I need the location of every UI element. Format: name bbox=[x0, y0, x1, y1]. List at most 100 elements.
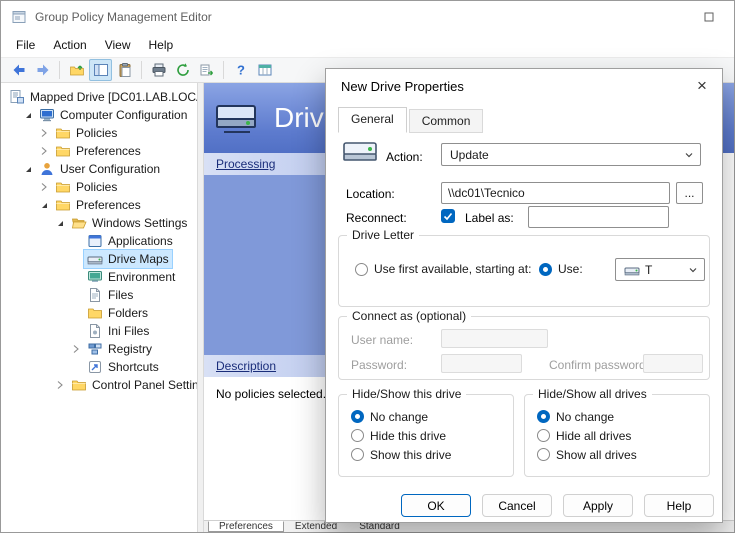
reconnect-label: Reconnect: bbox=[346, 211, 407, 225]
app-icon bbox=[11, 9, 27, 25]
connect-as-group: Connect as (optional) User name: Passwor… bbox=[338, 316, 710, 380]
radio-icon bbox=[537, 429, 550, 442]
chevron-expanded-icon[interactable] bbox=[37, 198, 51, 212]
tree-item-preferences[interactable]: Preferences bbox=[1, 142, 197, 160]
tree-item-label: Policies bbox=[76, 126, 117, 140]
location-label: Location: bbox=[346, 187, 395, 201]
chevron-expanded-icon[interactable] bbox=[53, 216, 67, 230]
tree-item-environment[interactable]: Environment bbox=[1, 268, 197, 286]
browse-button[interactable]: ... bbox=[676, 182, 703, 204]
use-radio[interactable]: Use: bbox=[539, 262, 583, 276]
tree-item-control-panel-setting[interactable]: Control Panel Setting bbox=[1, 376, 197, 394]
up-one-level-button[interactable] bbox=[65, 59, 88, 81]
chevron-slot bbox=[69, 270, 83, 284]
menu-action[interactable]: Action bbox=[44, 35, 95, 55]
tree-item-policies[interactable]: Policies bbox=[1, 178, 197, 196]
tree-item-registry[interactable]: Registry bbox=[1, 340, 197, 358]
forward-icon bbox=[35, 62, 51, 78]
tree-item-files[interactable]: Files bbox=[1, 286, 197, 304]
radio-option-show-all-drives[interactable]: Show all drives bbox=[525, 445, 709, 464]
tree-item-label: Policies bbox=[76, 180, 117, 194]
radio-icon bbox=[351, 429, 364, 442]
applications-icon bbox=[87, 233, 103, 249]
chevron-collapsed-icon[interactable] bbox=[53, 378, 67, 392]
tree-item-user-configuration[interactable]: User Configuration bbox=[1, 160, 197, 178]
refresh-icon bbox=[175, 62, 191, 78]
ok-button[interactable]: OK bbox=[401, 494, 471, 517]
chevron-slot bbox=[69, 306, 83, 320]
help-button[interactable]: Help bbox=[644, 494, 714, 517]
use-first-available-radio[interactable]: Use first available, starting at: bbox=[355, 262, 531, 276]
tree-item-label: Preferences bbox=[76, 198, 141, 212]
radio-option-no-change[interactable]: No change bbox=[525, 407, 709, 426]
folder-icon bbox=[71, 377, 87, 393]
back-button[interactable] bbox=[7, 59, 30, 81]
tree-item-windows-settings[interactable]: Windows Settings bbox=[1, 214, 197, 232]
confirm-password-input bbox=[643, 354, 703, 373]
chevron-expanded-icon[interactable] bbox=[21, 162, 35, 176]
location-value: \\dc01\Tecnico bbox=[448, 186, 525, 200]
chevron-collapsed-icon[interactable] bbox=[37, 144, 51, 158]
radio-icon bbox=[351, 410, 364, 423]
description-link[interactable]: Description bbox=[216, 359, 276, 373]
connect-as-group-title: Connect as (optional) bbox=[347, 309, 471, 323]
chevron-collapsed-icon[interactable] bbox=[69, 342, 83, 356]
tree-item-computer-configuration[interactable]: Computer Configuration bbox=[1, 106, 197, 124]
print-button[interactable] bbox=[147, 59, 170, 81]
radio-option-hide-this-drive[interactable]: Hide this drive bbox=[339, 426, 513, 445]
forward-button[interactable] bbox=[31, 59, 54, 81]
export-list-icon bbox=[199, 62, 215, 78]
action-dropdown[interactable]: Update bbox=[441, 143, 701, 166]
export-list-button[interactable] bbox=[195, 59, 218, 81]
paste-button[interactable] bbox=[113, 59, 136, 81]
tree-item-mapped-drive-dc01-lab-loca[interactable]: Mapped Drive [DC01.LAB.LOCA bbox=[1, 88, 197, 106]
window-title: Group Policy Management Editor bbox=[35, 10, 694, 24]
reconnect-checkbox[interactable] bbox=[441, 209, 455, 223]
tree-item-applications[interactable]: Applications bbox=[1, 232, 197, 250]
console-tree-button[interactable] bbox=[89, 59, 112, 81]
toolbar-separator bbox=[141, 61, 142, 79]
tree-item-drive-maps[interactable]: Drive Maps bbox=[1, 250, 197, 268]
chevron-down-icon bbox=[688, 265, 698, 275]
processing-link[interactable]: Processing bbox=[216, 157, 275, 171]
environment-icon bbox=[87, 269, 103, 285]
radio-option-label: Hide this drive bbox=[370, 429, 446, 443]
apply-button[interactable]: Apply bbox=[563, 494, 633, 517]
location-input[interactable]: \\dc01\Tecnico bbox=[441, 182, 670, 204]
help-button[interactable]: ? bbox=[229, 59, 252, 81]
chevron-expanded-icon[interactable] bbox=[21, 108, 35, 122]
tree-item-shortcuts[interactable]: Shortcuts bbox=[1, 358, 197, 376]
radio-option-show-this-drive[interactable]: Show this drive bbox=[339, 445, 513, 464]
maximize-button[interactable] bbox=[694, 6, 724, 28]
view-tab-preferences[interactable]: Preferences bbox=[208, 521, 284, 532]
chevron-slot bbox=[69, 288, 83, 302]
chevron-collapsed-icon[interactable] bbox=[37, 126, 51, 140]
menu-help[interactable]: Help bbox=[140, 35, 183, 55]
radio-option-label: Show this drive bbox=[370, 448, 451, 462]
radio-option-no-change[interactable]: No change bbox=[339, 407, 513, 426]
drive-letter-value: T bbox=[645, 263, 688, 277]
drive-letter-dropdown[interactable]: T bbox=[615, 258, 705, 281]
menu-view[interactable]: View bbox=[96, 35, 140, 55]
tree-item-folders[interactable]: Folders bbox=[1, 304, 197, 322]
ini-files-icon bbox=[87, 323, 103, 339]
empty-state-text: No policies selected. bbox=[216, 387, 326, 401]
chevron-collapsed-icon[interactable] bbox=[37, 180, 51, 194]
toolbar-separator bbox=[223, 61, 224, 79]
tree-item-policies[interactable]: Policies bbox=[1, 124, 197, 142]
refresh-button[interactable] bbox=[171, 59, 194, 81]
tree-item-label: Environment bbox=[108, 270, 175, 284]
password-label: Password: bbox=[351, 358, 407, 372]
menu-file[interactable]: File bbox=[7, 35, 44, 55]
radio-option-hide-all-drives[interactable]: Hide all drives bbox=[525, 426, 709, 445]
tree-item-label: User Configuration bbox=[60, 162, 160, 176]
filter-button[interactable] bbox=[253, 59, 276, 81]
tree-item-label: Control Panel Setting bbox=[92, 378, 198, 392]
label-as-input[interactable] bbox=[528, 206, 669, 228]
tree-item-preferences[interactable]: Preferences bbox=[1, 196, 197, 214]
toolbar-separator bbox=[59, 61, 60, 79]
cancel-button[interactable]: Cancel bbox=[482, 494, 552, 517]
action-value: Update bbox=[450, 148, 684, 162]
tree-item-ini-files[interactable]: Ini Files bbox=[1, 322, 197, 340]
folder-icon bbox=[55, 179, 71, 195]
